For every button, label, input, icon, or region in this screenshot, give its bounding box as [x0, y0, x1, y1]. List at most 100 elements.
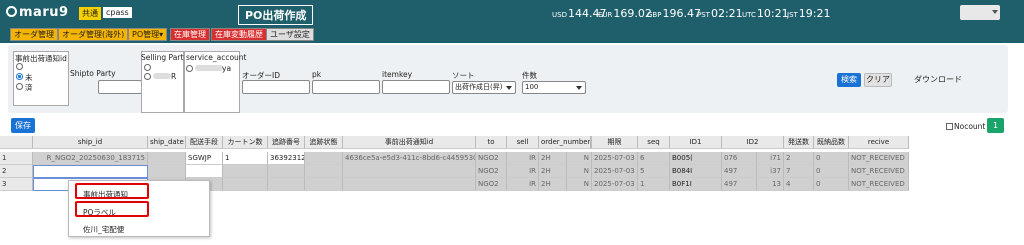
pk-input[interactable]	[312, 80, 380, 94]
cell-tracking-status[interactable]	[305, 152, 343, 165]
cell-to[interactable]: NGO2	[476, 178, 507, 191]
header-order-number[interactable]: order_number	[539, 136, 591, 149]
nav-inventory[interactable]: 在庫管理	[170, 28, 210, 41]
cell-tracking-status[interactable]	[305, 165, 343, 178]
service-radio[interactable]	[186, 65, 193, 72]
header-receive[interactable]: recive	[849, 136, 909, 149]
radio-any[interactable]	[16, 63, 23, 70]
cell-sell[interactable]: IR	[507, 152, 539, 165]
nav-order-management[interactable]: オーダ管理	[10, 28, 58, 41]
cell-prior-notice-id[interactable]	[343, 178, 476, 191]
cell-deadline[interactable]: 2025-07-03	[592, 178, 638, 191]
sort-select[interactable]: 出荷作成日(昇)	[452, 81, 516, 94]
cell-receive[interactable]: NOT_RECEIVED	[849, 165, 909, 178]
cell-sell[interactable]: IR	[507, 178, 539, 191]
menu-item-sagawa[interactable]: 佐川_宅配便	[83, 224, 124, 235]
cell-id1[interactable]: B005(	[670, 152, 722, 165]
header-id2[interactable]: ID2	[722, 136, 784, 149]
header-tracking-status[interactable]: 追跡状態	[305, 136, 343, 149]
nocount-checkbox[interactable]	[946, 123, 953, 130]
cell-delivered-qty[interactable]: 0	[814, 178, 849, 191]
cell-order-flag[interactable]: N	[567, 178, 592, 191]
cell-seq[interactable]: 5	[638, 165, 670, 178]
header-tracking-number[interactable]: 追跡番号	[268, 136, 305, 149]
chevron-down-icon	[992, 10, 998, 14]
cell-id2[interactable]: 076	[722, 152, 757, 165]
cell-order-number[interactable]: 2H	[539, 165, 567, 178]
nav-po-management[interactable]: PO管理▾	[128, 28, 168, 41]
selling-radio-any[interactable]	[144, 64, 151, 71]
cell-id1[interactable]: B084I	[670, 165, 722, 178]
header-ship-id[interactable]: ship_id	[33, 136, 148, 149]
cell-ship-date[interactable]	[148, 152, 186, 165]
cell-id2-suffix[interactable]: i71	[757, 152, 784, 165]
cell-delivered-qty[interactable]: 0	[814, 152, 849, 165]
cell-ship-qty[interactable]: 2	[784, 152, 814, 165]
clear-button[interactable]: クリア	[864, 73, 892, 87]
service-redacted	[195, 65, 223, 71]
header-deadline[interactable]: 期限	[592, 136, 638, 149]
cell-sell[interactable]: IR	[507, 165, 539, 178]
header-prior-notice-id[interactable]: 事前出荷通知id	[343, 136, 476, 149]
cell-ship-id[interactable]: R_NGO2_20250630_183715	[33, 152, 148, 165]
cell-receive[interactable]: NOT_RECEIVED	[849, 178, 909, 191]
service-radio-label: ya	[222, 64, 232, 73]
save-button[interactable]: 保存	[11, 118, 35, 133]
header-carton-count[interactable]: カートン数	[223, 136, 268, 149]
cell-to[interactable]: NGO2	[476, 152, 507, 165]
cell-to[interactable]: NGO2	[476, 165, 507, 178]
radio-sent[interactable]	[16, 83, 23, 90]
page-number[interactable]: 1	[987, 118, 1004, 133]
order-id-input[interactable]	[242, 80, 310, 94]
itemkey-input[interactable]	[382, 80, 450, 94]
cell-carton-count[interactable]	[223, 165, 268, 178]
cell-id2-suffix[interactable]: i37	[757, 165, 784, 178]
cell-seq[interactable]: 6	[638, 152, 670, 165]
cell-ship-qty[interactable]: 7	[784, 165, 814, 178]
header-ship-qty[interactable]: 発送数	[784, 136, 814, 149]
cell-ship-qty[interactable]: 4	[784, 178, 814, 191]
cell-order-flag[interactable]: N	[567, 165, 592, 178]
nav-order-management-overseas[interactable]: オーダ管理(海外)	[58, 28, 129, 41]
cell-delivery-method[interactable]: SGWJP	[186, 152, 223, 165]
cell-carton-count[interactable]: 1	[223, 152, 268, 165]
header-delivered-qty[interactable]: 既納品数	[814, 136, 849, 149]
cell-id2-suffix[interactable]: 13	[757, 178, 784, 191]
cell-order-number[interactable]: 2H	[539, 178, 567, 191]
cell-tracking-number[interactable]	[268, 165, 305, 178]
cell-order-flag[interactable]: N	[567, 152, 592, 165]
header-ship-date[interactable]: ship_date	[148, 136, 186, 149]
header-sell[interactable]: sell	[507, 136, 539, 149]
header-seq[interactable]: seq	[638, 136, 670, 149]
cell-delivery-method[interactable]	[186, 165, 223, 178]
cell-delivered-qty[interactable]: 0	[814, 165, 849, 178]
cell-ship-id[interactable]	[33, 165, 148, 178]
cell-tracking-number[interactable]	[268, 178, 305, 191]
nav-inventory-history[interactable]: 在庫変動履歴	[211, 28, 267, 41]
download-button[interactable]: ダウンロード	[912, 73, 964, 87]
header-id1[interactable]: ID1	[670, 136, 722, 149]
selling-radio-r[interactable]	[144, 73, 151, 80]
cell-id1[interactable]: B0F1I	[670, 178, 722, 191]
cell-deadline[interactable]: 2025-07-03	[592, 152, 638, 165]
cell-id2[interactable]: 497	[722, 165, 757, 178]
cell-id2[interactable]: 497	[722, 178, 757, 191]
cell-prior-notice-id[interactable]	[343, 165, 476, 178]
cell-prior-notice-id[interactable]: 4636ce5a-e5d3-411c-8bd6-c4459530d	[343, 152, 476, 165]
cell-ship-date[interactable]	[148, 165, 186, 178]
header-to[interactable]: to	[476, 136, 507, 149]
search-button[interactable]: 検索	[837, 73, 861, 87]
shipto-input[interactable]	[98, 80, 142, 94]
count-select[interactable]: 100	[522, 81, 586, 94]
cell-seq[interactable]: 1	[638, 178, 670, 191]
cell-tracking-status[interactable]	[305, 178, 343, 191]
header-delivery-method[interactable]: 配送手段	[186, 136, 223, 149]
cell-receive[interactable]: NOT_RECEIVED	[849, 152, 909, 165]
cell-carton-count[interactable]	[223, 178, 268, 191]
cell-tracking-number[interactable]: 36392312	[268, 152, 305, 165]
nav-user-settings[interactable]: ユーザ設定	[266, 28, 314, 41]
radio-not-sent[interactable]	[16, 73, 23, 80]
cell-deadline[interactable]: 2025-07-03	[592, 165, 638, 178]
cell-order-number[interactable]: 2H	[539, 152, 567, 165]
app-logo[interactable]: maru9	[6, 5, 69, 20]
